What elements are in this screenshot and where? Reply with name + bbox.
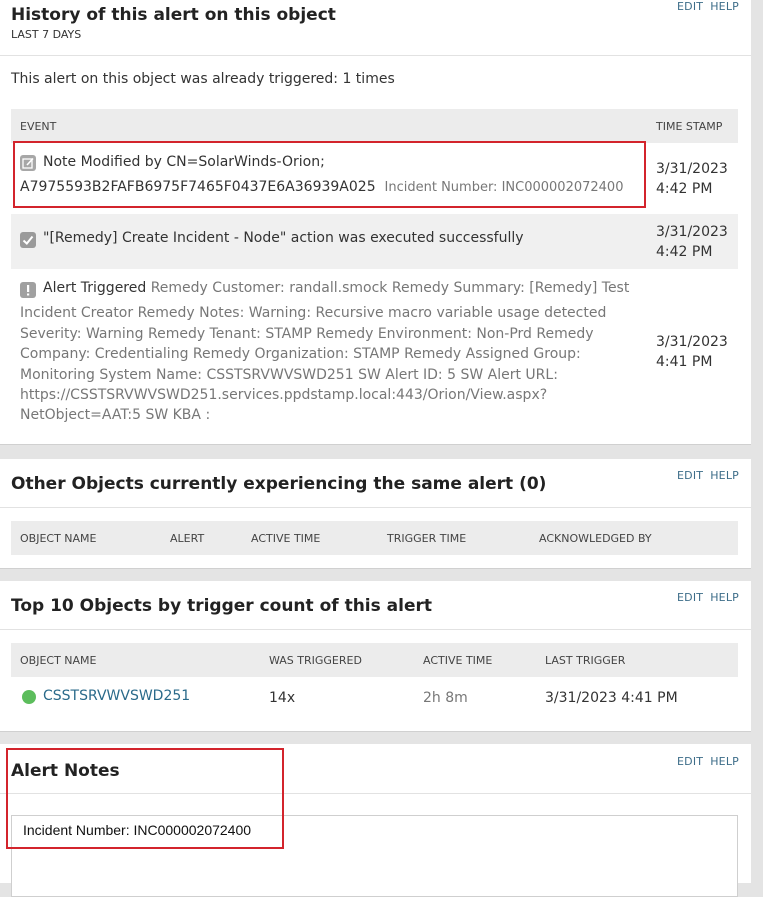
event-timestamp: 3/31/2023 4:41 PM bbox=[656, 332, 741, 372]
event-time: 4:41 PM bbox=[656, 354, 713, 370]
object-name-link[interactable]: CSSTSRVWVSWD251 bbox=[43, 688, 190, 704]
col-active-time: ACTIVE TIME bbox=[423, 654, 493, 667]
divider bbox=[0, 507, 751, 508]
alert-notes-edit-link[interactable]: EDIT bbox=[677, 755, 703, 768]
history-edit-link[interactable]: EDIT bbox=[677, 0, 703, 13]
history-panel: History of this alert on this object LAS… bbox=[0, 0, 751, 445]
history-title: History of this alert on this object bbox=[11, 5, 336, 25]
other-objects-panel: Other Objects currently experiencing the… bbox=[0, 459, 751, 569]
event-detail-line: Severity: Warning Remedy Tenant: STAMP R… bbox=[20, 326, 594, 342]
col-last-trigger: LAST TRIGGER bbox=[545, 654, 626, 667]
event-time: 4:42 PM bbox=[656, 181, 713, 197]
event-date: 3/31/2023 bbox=[656, 224, 728, 240]
event-label: Alert Triggered bbox=[43, 280, 147, 296]
top10-panel-links: EDIT HELP bbox=[677, 591, 739, 604]
alert-notes-panel-links: EDIT HELP bbox=[677, 755, 739, 768]
status-up-icon bbox=[22, 690, 36, 704]
other-objects-title: Other Objects currently experiencing the… bbox=[11, 474, 547, 494]
highlight-box bbox=[6, 748, 284, 849]
event-detail: Remedy Customer: randall.smock Remedy Su… bbox=[150, 280, 630, 296]
col-object-name: OBJECT NAME bbox=[20, 654, 97, 667]
event-detail-line: Incident Creator Remedy Notes: Warning: … bbox=[20, 305, 607, 321]
alert-notes-panel: Alert Notes EDIT HELP Incident Number: IN… bbox=[0, 744, 751, 897]
top10-help-link[interactable]: HELP bbox=[710, 591, 739, 604]
top10-edit-link[interactable]: EDIT bbox=[677, 591, 703, 604]
exclamation-icon bbox=[20, 282, 36, 298]
col-acknowledged-by: ACKNOWLEDGED BY bbox=[539, 532, 652, 545]
last-trigger-value: 3/31/2023 4:41 PM bbox=[545, 690, 678, 706]
history-help-link[interactable]: HELP bbox=[710, 0, 739, 13]
check-icon bbox=[20, 232, 36, 248]
event-detail-line: NetObject=AAT:5 SW KBA : bbox=[20, 407, 211, 423]
other-objects-help-link[interactable]: HELP bbox=[710, 469, 739, 482]
alert-notes-help-link[interactable]: HELP bbox=[710, 755, 739, 768]
history-subtitle: LAST 7 DAYS bbox=[11, 28, 82, 41]
highlight-box bbox=[13, 141, 646, 208]
event-timestamp: 3/31/2023 4:42 PM bbox=[656, 159, 741, 199]
active-time-value: 2h 8m bbox=[423, 690, 468, 706]
top10-title: Top 10 Objects by trigger count of this … bbox=[11, 596, 433, 616]
event-detail-line: https://CSSTSRVWVSWD251.services.ppdstam… bbox=[20, 387, 548, 403]
other-objects-edit-link[interactable]: EDIT bbox=[677, 469, 703, 482]
event-text: "[Remedy] Create Incident - Node" action… bbox=[43, 230, 524, 246]
divider bbox=[0, 629, 751, 630]
other-objects-table-header: OBJECT NAME ALERT ACTIVE TIME TRIGGER TI… bbox=[11, 521, 738, 555]
col-event: EVENT bbox=[20, 120, 57, 133]
history-panel-links: EDIT HELP bbox=[677, 0, 739, 13]
event-date: 3/31/2023 bbox=[656, 334, 728, 350]
event-timestamp: 3/31/2023 4:42 PM bbox=[656, 222, 741, 262]
history-table-header: EVENT TIME STAMP bbox=[11, 109, 738, 143]
event-detail-line: Company: Credentialing Remedy Organizati… bbox=[20, 346, 581, 362]
col-timestamp: TIME STAMP bbox=[656, 120, 723, 133]
event-time: 4:42 PM bbox=[656, 244, 713, 260]
top10-panel: Top 10 Objects by trigger count of this … bbox=[0, 581, 751, 732]
was-triggered-value: 14x bbox=[269, 690, 296, 706]
col-object-name: OBJECT NAME bbox=[20, 532, 97, 545]
event-text: Alert Triggered Remedy Customer: randall… bbox=[43, 280, 629, 296]
col-was-triggered: WAS TRIGGERED bbox=[269, 654, 362, 667]
history-summary: This alert on this object was already tr… bbox=[11, 71, 395, 87]
top10-table-header: OBJECT NAME WAS TRIGGERED ACTIVE TIME LA… bbox=[11, 643, 738, 677]
col-alert: ALERT bbox=[170, 532, 205, 545]
event-date: 3/31/2023 bbox=[656, 161, 728, 177]
other-objects-panel-links: EDIT HELP bbox=[677, 469, 739, 482]
col-trigger-time: TRIGGER TIME bbox=[387, 532, 467, 545]
divider bbox=[0, 55, 751, 56]
event-detail-line: Monitoring System Name: CSSTSRVWVSWD251 … bbox=[20, 367, 558, 383]
col-active-time: ACTIVE TIME bbox=[251, 532, 321, 545]
